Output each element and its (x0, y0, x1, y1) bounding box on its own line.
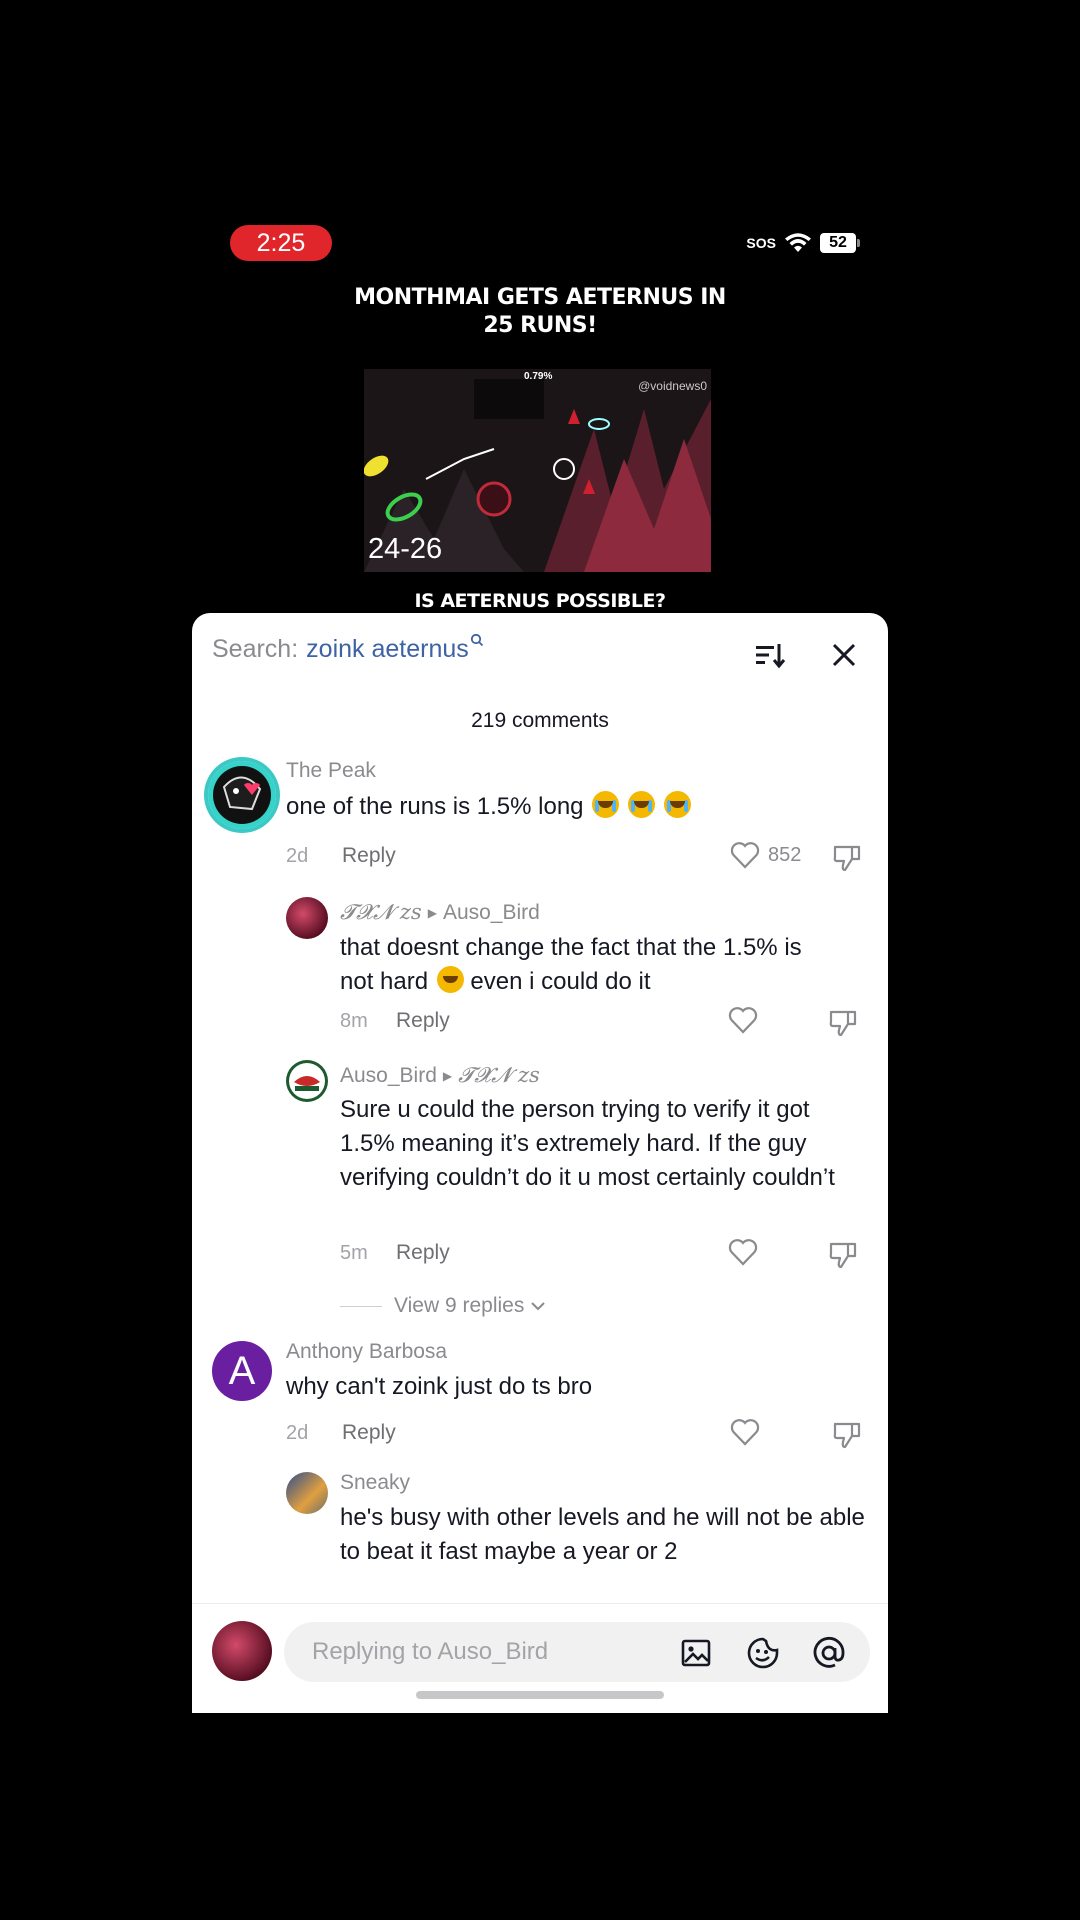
comment-input-placeholder: Replying to Auso_Bird (312, 1638, 549, 1665)
dislike-icon[interactable] (832, 843, 862, 878)
thumb-percent: 0.79% (524, 371, 553, 382)
comment-text: he's busy with other levels and he will … (340, 1504, 865, 1565)
reply-arrow-icon: ▶ (442, 1069, 453, 1083)
close-icon[interactable] (828, 639, 860, 671)
dislike-icon[interactable] (832, 1420, 862, 1455)
comment-text: one of the runs is 1.5% long (286, 790, 826, 824)
avatar[interactable] (286, 1472, 328, 1514)
sort-icon[interactable] (754, 639, 786, 671)
video-question: IS AETERNUS POSSIBLE? (414, 590, 666, 612)
reply-author: 𝓣𝓧𝓝 zs (340, 900, 422, 924)
crying-emoji (592, 791, 620, 818)
comment-text-body: one of the runs is 1.5% long (286, 793, 584, 820)
laughing-emoji (436, 966, 464, 993)
thumb-range: 24-26 (368, 533, 443, 565)
comment-text: why can't zoink just do ts bro (286, 1373, 593, 1400)
comment-username[interactable]: 𝓣𝓧𝓝 zs ▶ Auso_Bird (340, 900, 540, 925)
avatar[interactable] (204, 757, 280, 833)
avatar[interactable] (286, 1060, 328, 1102)
reply-button[interactable]: Reply (342, 1421, 396, 1445)
comment-input-bar: Replying to Auso_Bird (192, 1603, 888, 1713)
chevron-down-icon (531, 1302, 546, 1311)
avatar-letter: A (228, 1349, 256, 1393)
comments-sheet: Search: zoink aeternus 219 comments The … (192, 613, 888, 1713)
heart-icon[interactable] (728, 1006, 758, 1039)
comment-time: 2d (286, 845, 309, 867)
comment-text-line: that doesnt change the fact that the 1.5… (340, 934, 802, 961)
search-row[interactable]: Search: zoink aeternus (212, 633, 484, 664)
view-replies-button[interactable]: View 9 replies (340, 1294, 546, 1318)
home-indicator[interactable] (416, 1691, 664, 1699)
comment-text-line: even i could do it (470, 968, 651, 995)
crying-emoji (663, 791, 691, 818)
phone-screen: 2:25 SOS 52 MONTHMAI GETS AETERNUS IN 25… (192, 210, 888, 1713)
reply-button[interactable]: Reply (396, 1241, 450, 1265)
avatar[interactable] (286, 897, 328, 939)
comment-username[interactable]: The Peak (286, 759, 376, 783)
comment-text-line: not hard (340, 968, 429, 995)
dislike-icon[interactable] (828, 1240, 858, 1275)
comment-count: 219 comments (471, 709, 609, 732)
comment-username[interactable]: Auso_Bird ▶ 𝓣𝓧𝓝 zs (340, 1063, 540, 1088)
comment-text: that doesnt change the fact that the 1.5… (340, 931, 880, 999)
video-title: MONTHMAI GETS AETERNUS IN 25 RUNS! (192, 284, 888, 340)
search-icon (470, 633, 484, 650)
heart-icon[interactable] (728, 1238, 758, 1271)
comment-time: 8m (340, 1010, 368, 1032)
image-icon[interactable] (680, 1637, 712, 1674)
avatar[interactable]: A (212, 1341, 272, 1401)
view-replies-label: View 9 replies (394, 1294, 525, 1317)
reply-author: Auso_Bird (340, 1064, 437, 1087)
like-count: 852 (768, 843, 802, 866)
comment-username[interactable]: Sneaky (340, 1471, 410, 1495)
comment-username[interactable]: Anthony Barbosa (286, 1340, 447, 1364)
battery-level: 52 (820, 233, 856, 253)
thumb-watermark: @voidnews0 (638, 379, 707, 393)
comment-text: Sure u could the person trying to verify… (340, 1096, 835, 1191)
like-button[interactable]: 852 (730, 841, 801, 869)
dislike-icon[interactable] (828, 1008, 858, 1043)
comment-time: 2d (286, 1422, 309, 1444)
search-label: Search: (212, 635, 299, 663)
mention-icon[interactable] (812, 1636, 846, 1675)
sos-indicator: SOS (746, 235, 776, 251)
crying-emoji (627, 791, 655, 818)
heart-icon[interactable] (730, 1418, 760, 1451)
video-title-line-1: MONTHMAI GETS AETERNUS IN (354, 285, 726, 310)
search-query-link[interactable]: zoink aeternus (306, 635, 469, 664)
reply-arrow-icon: ▶ (427, 906, 437, 920)
comment-time: 5m (340, 1242, 368, 1264)
status-time: 2:25 (230, 225, 332, 261)
emoji-sticker-icon[interactable] (746, 1636, 780, 1675)
reply-target: 𝓣𝓧𝓝 zs (458, 1063, 540, 1087)
video-title-line-2: 25 RUNS! (483, 313, 597, 338)
wifi-icon (784, 232, 812, 254)
battery-icon: 52 (820, 233, 860, 253)
status-indicators: SOS 52 (746, 232, 860, 254)
reply-button[interactable]: Reply (396, 1009, 450, 1033)
reply-button[interactable]: Reply (342, 844, 396, 868)
reply-target: Auso_Bird (442, 901, 540, 924)
heart-icon (730, 842, 760, 869)
comment-input[interactable]: Replying to Auso_Bird (284, 1622, 870, 1682)
my-avatar[interactable] (212, 1621, 272, 1681)
video-thumbnail[interactable]: 0.79% @voidnews0 24-26 (364, 369, 711, 572)
divider (340, 1305, 382, 1307)
